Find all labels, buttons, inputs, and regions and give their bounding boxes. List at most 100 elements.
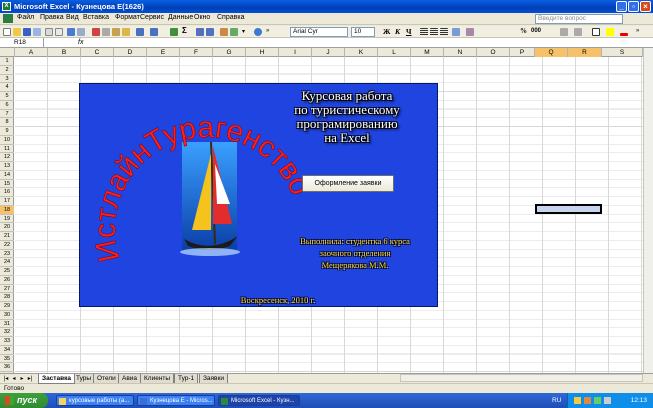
zoom-icon[interactable]: ▾ xyxy=(242,28,250,36)
underline-button[interactable]: Ч xyxy=(406,27,412,36)
tray-icon[interactable] xyxy=(574,397,581,404)
new-icon[interactable] xyxy=(3,28,11,36)
column-header[interactable]: O xyxy=(477,48,510,57)
order-button[interactable]: Оформление заявки xyxy=(302,175,394,192)
menu-view[interactable]: Вид xyxy=(66,14,79,21)
align-right-icon[interactable] xyxy=(440,28,448,36)
name-box[interactable]: R18 xyxy=(2,38,44,48)
row-header[interactable]: 29 xyxy=(0,302,14,311)
row-header[interactable]: 32 xyxy=(0,328,14,337)
column-header[interactable]: M xyxy=(411,48,444,57)
row-header[interactable]: 18 xyxy=(0,205,14,215)
redo-icon[interactable] xyxy=(150,28,158,36)
row-header[interactable]: 22 xyxy=(0,241,14,250)
taskbar-item[interactable]: Кузнецова Е - Micros... xyxy=(137,395,215,406)
row-header[interactable]: 23 xyxy=(0,250,14,259)
minimize-button[interactable]: _ xyxy=(616,1,627,12)
row-header[interactable]: 3 xyxy=(0,75,14,84)
italic-button[interactable]: К xyxy=(395,27,400,36)
row-header[interactable]: 2 xyxy=(0,66,14,75)
column-header[interactable]: L xyxy=(378,48,411,57)
help-search-input[interactable]: Введите вопрос xyxy=(535,14,623,24)
permission-icon[interactable] xyxy=(33,28,41,36)
column-header[interactable]: S xyxy=(602,48,643,57)
vertical-scrollbar[interactable] xyxy=(643,48,653,373)
paste-icon[interactable] xyxy=(112,28,120,36)
row-header[interactable]: 34 xyxy=(0,346,14,355)
spelling-icon[interactable] xyxy=(67,28,75,36)
row-header[interactable]: 30 xyxy=(0,311,14,320)
next-sheet-button[interactable]: ▸ xyxy=(18,375,26,383)
menu-format[interactable]: Формат xyxy=(115,14,140,21)
row-header[interactable]: 31 xyxy=(0,320,14,329)
menu-edit[interactable]: Правка xyxy=(40,14,64,21)
column-header[interactable]: H xyxy=(246,48,279,57)
row-header[interactable]: 19 xyxy=(0,215,14,224)
column-header[interactable]: I xyxy=(279,48,312,57)
column-header[interactable]: N xyxy=(444,48,477,57)
prev-sheet-button[interactable]: ◂ xyxy=(10,375,18,383)
row-header[interactable]: 27 xyxy=(0,285,14,294)
chart-wizard-icon[interactable] xyxy=(220,28,228,36)
row-header[interactable]: 24 xyxy=(0,258,14,267)
row-header[interactable]: 33 xyxy=(0,337,14,346)
row-header[interactable]: 5 xyxy=(0,92,14,101)
row-header[interactable]: 25 xyxy=(0,267,14,276)
menu-file[interactable]: Файл xyxy=(17,14,34,21)
thousands-button[interactable]: 000 xyxy=(531,28,541,34)
row-header[interactable]: 8 xyxy=(0,118,14,127)
row-header[interactable]: 35 xyxy=(0,355,14,364)
sheet-tab-zastavka[interactable]: Заставка xyxy=(38,374,75,384)
row-header[interactable]: 9 xyxy=(0,127,14,136)
sort-desc-icon[interactable] xyxy=(206,28,214,36)
column-header[interactable]: G xyxy=(213,48,246,57)
column-header[interactable]: Q xyxy=(535,48,568,57)
merge-center-icon[interactable] xyxy=(452,28,460,36)
print-icon[interactable] xyxy=(45,28,53,36)
row-header[interactable]: 4 xyxy=(0,83,14,92)
research-icon[interactable] xyxy=(77,28,85,36)
bold-button[interactable]: Ж xyxy=(383,27,390,36)
align-center-icon[interactable] xyxy=(430,28,438,36)
selected-cell[interactable] xyxy=(535,204,602,214)
doc-icon[interactable] xyxy=(3,14,13,23)
undo-icon[interactable] xyxy=(136,28,144,36)
help-icon[interactable] xyxy=(254,28,262,36)
font-size-select[interactable]: 10 xyxy=(351,27,375,37)
column-header[interactable]: E xyxy=(147,48,180,57)
row-header[interactable]: 12 xyxy=(0,153,14,162)
font-name-select[interactable]: Arial Cyr xyxy=(290,27,348,37)
row-header[interactable]: 16 xyxy=(0,188,14,197)
increase-indent-icon[interactable] xyxy=(574,28,582,36)
save-icon[interactable] xyxy=(23,28,31,36)
drawing-icon[interactable] xyxy=(230,28,238,36)
menu-help[interactable]: Справка xyxy=(217,14,244,21)
percent-button[interactable]: % xyxy=(520,27,527,35)
row-header[interactable]: 10 xyxy=(0,136,14,145)
taskbar-item-active[interactable]: Microsoft Excel - Кузн... xyxy=(218,395,300,406)
column-header[interactable]: K xyxy=(345,48,378,57)
column-header[interactable]: P xyxy=(510,48,535,57)
column-header[interactable]: R xyxy=(568,48,602,57)
row-header[interactable]: 7 xyxy=(0,110,14,119)
row-header[interactable]: 13 xyxy=(0,162,14,171)
row-header[interactable]: 15 xyxy=(0,180,14,189)
format-painter-icon[interactable] xyxy=(122,28,130,36)
tray-icon[interactable] xyxy=(604,397,611,404)
column-header[interactable]: J xyxy=(312,48,345,57)
toolbar-options-icon[interactable]: » xyxy=(636,28,644,36)
tray-icon[interactable] xyxy=(594,397,601,404)
currency-icon[interactable] xyxy=(466,28,474,36)
fill-color-icon[interactable] xyxy=(606,28,614,36)
open-icon[interactable] xyxy=(13,28,21,36)
row-header[interactable]: 26 xyxy=(0,276,14,285)
row-header[interactable]: 17 xyxy=(0,197,14,206)
column-header[interactable]: B xyxy=(48,48,81,57)
language-indicator[interactable]: RU xyxy=(552,393,561,408)
hyperlink-icon[interactable] xyxy=(170,28,178,36)
fx-icon[interactable]: fx xyxy=(78,38,83,48)
menu-window[interactable]: Окно xyxy=(194,14,210,21)
last-sheet-button[interactable]: ▸| xyxy=(26,375,34,383)
row-header[interactable]: 20 xyxy=(0,223,14,232)
column-header[interactable]: D xyxy=(114,48,147,57)
